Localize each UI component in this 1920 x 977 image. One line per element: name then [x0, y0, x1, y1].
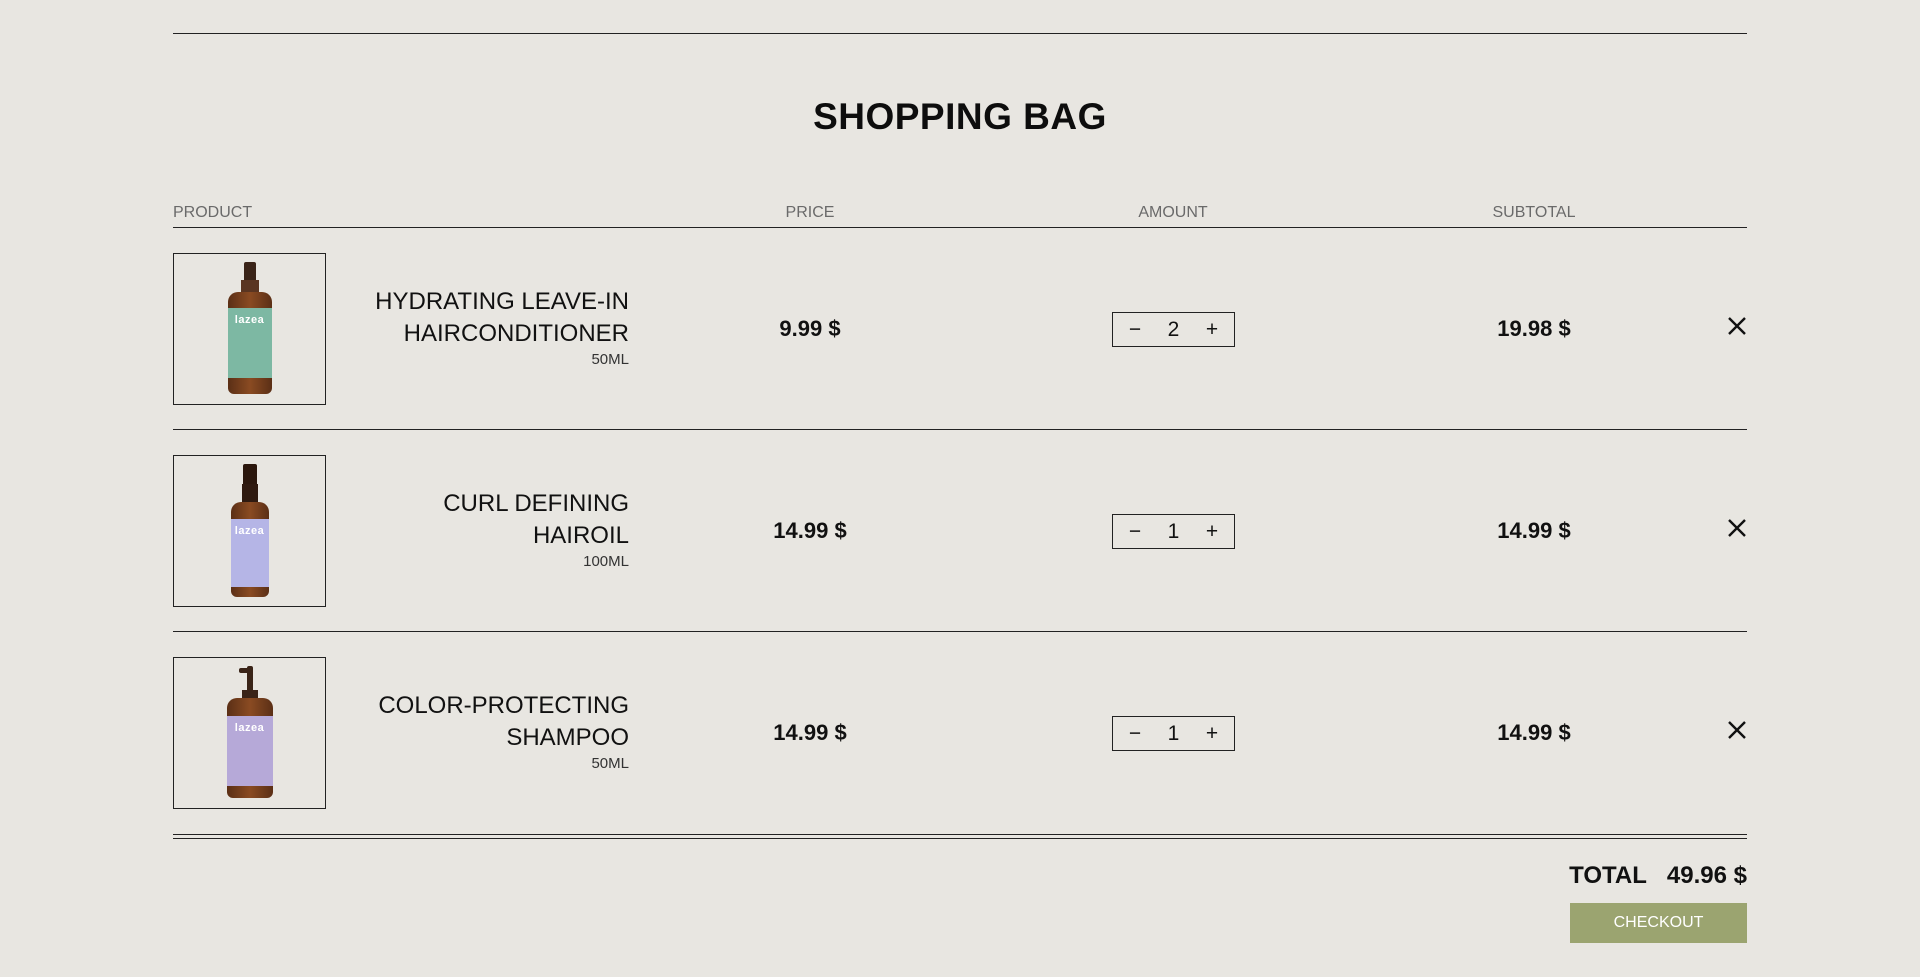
brand-label: lazea	[226, 715, 273, 786]
brand-label: lazea	[230, 518, 269, 587]
quantity-stepper: − 1 +	[1112, 716, 1235, 751]
increase-button[interactable]: +	[1202, 723, 1222, 744]
row-subtotal: 19.98 $	[1497, 316, 1571, 341]
summary-divider	[173, 834, 1747, 839]
total-value: 49.96 $	[1666, 862, 1747, 889]
product-name-line2[interactable]: HAIROIL	[329, 520, 629, 552]
product-price: 9.99 $	[779, 316, 841, 341]
table-header: PRODUCT PRICE AMOUNT SUBTOTAL	[173, 204, 1747, 228]
product-price: 14.99 $	[773, 720, 847, 745]
header-subtotal: SUBTOTAL	[1492, 204, 1576, 221]
increase-button[interactable]: +	[1202, 521, 1222, 542]
product-name-line1[interactable]: CURL DEFINING	[329, 488, 629, 520]
row-subtotal: 14.99 $	[1497, 720, 1571, 745]
bottle-image: lazea	[220, 665, 280, 801]
total-label: TOTAL	[1569, 862, 1647, 889]
quantity-stepper: − 1 +	[1112, 514, 1235, 549]
decrease-button[interactable]: −	[1125, 521, 1145, 542]
bottle-image: lazea	[220, 261, 280, 397]
cart-row: lazea CURL DEFINING HAIROIL 100ML 14.99 …	[173, 430, 1747, 632]
row-subtotal: 14.99 $	[1497, 518, 1571, 543]
product-image[interactable]: lazea	[173, 657, 326, 809]
product-info: HYDRATING LEAVE-IN HAIRCONDITIONER 50ML	[329, 286, 629, 368]
page-title: SHOPPING BAG	[813, 96, 1107, 137]
cart-table: PRODUCT PRICE AMOUNT SUBTOTAL lazea HYDR…	[173, 204, 1747, 834]
product-size: 100ML	[583, 553, 629, 570]
quantity-value: 2	[1167, 317, 1180, 341]
order-total: TOTAL 49.96 $	[1569, 862, 1747, 890]
header-product: PRODUCT	[173, 204, 253, 221]
top-divider	[173, 33, 1747, 34]
header-price: PRICE	[785, 204, 835, 221]
product-image[interactable]: lazea	[173, 253, 326, 405]
quantity-value: 1	[1167, 519, 1180, 543]
checkout-button[interactable]: CHECKOUT	[1570, 903, 1747, 943]
bottle-image: lazea	[220, 463, 280, 599]
product-name-line2[interactable]: SHAMPOO	[329, 722, 629, 754]
product-size: 50ML	[591, 351, 629, 368]
remove-item-icon[interactable]	[1725, 718, 1749, 742]
product-size: 50ML	[591, 755, 629, 772]
header-amount: AMOUNT	[1138, 204, 1208, 221]
quantity-value: 1	[1167, 721, 1180, 745]
decrease-button[interactable]: −	[1125, 723, 1145, 744]
remove-item-icon[interactable]	[1725, 516, 1749, 540]
quantity-stepper: − 2 +	[1112, 312, 1235, 347]
shopping-bag-page: SHOPPING BAG PRODUCT PRICE AMOUNT SUBTOT…	[0, 0, 1920, 977]
product-price: 14.99 $	[773, 518, 847, 543]
product-name-line1[interactable]: HYDRATING LEAVE-IN	[329, 286, 629, 318]
product-image[interactable]: lazea	[173, 455, 326, 607]
remove-item-icon[interactable]	[1725, 314, 1749, 338]
product-info: CURL DEFINING HAIROIL 100ML	[329, 488, 629, 570]
increase-button[interactable]: +	[1202, 319, 1222, 340]
cart-row: lazea COLOR-PROTECTING SHAMPOO 50ML 14.9…	[173, 632, 1747, 834]
product-info: COLOR-PROTECTING SHAMPOO 50ML	[329, 690, 629, 772]
product-name-line1[interactable]: COLOR-PROTECTING	[329, 690, 629, 722]
cart-row: lazea HYDRATING LEAVE-IN HAIRCONDITIONER…	[173, 228, 1747, 430]
decrease-button[interactable]: −	[1125, 319, 1145, 340]
product-name-line2[interactable]: HAIRCONDITIONER	[329, 318, 629, 350]
brand-label: lazea	[227, 307, 272, 378]
